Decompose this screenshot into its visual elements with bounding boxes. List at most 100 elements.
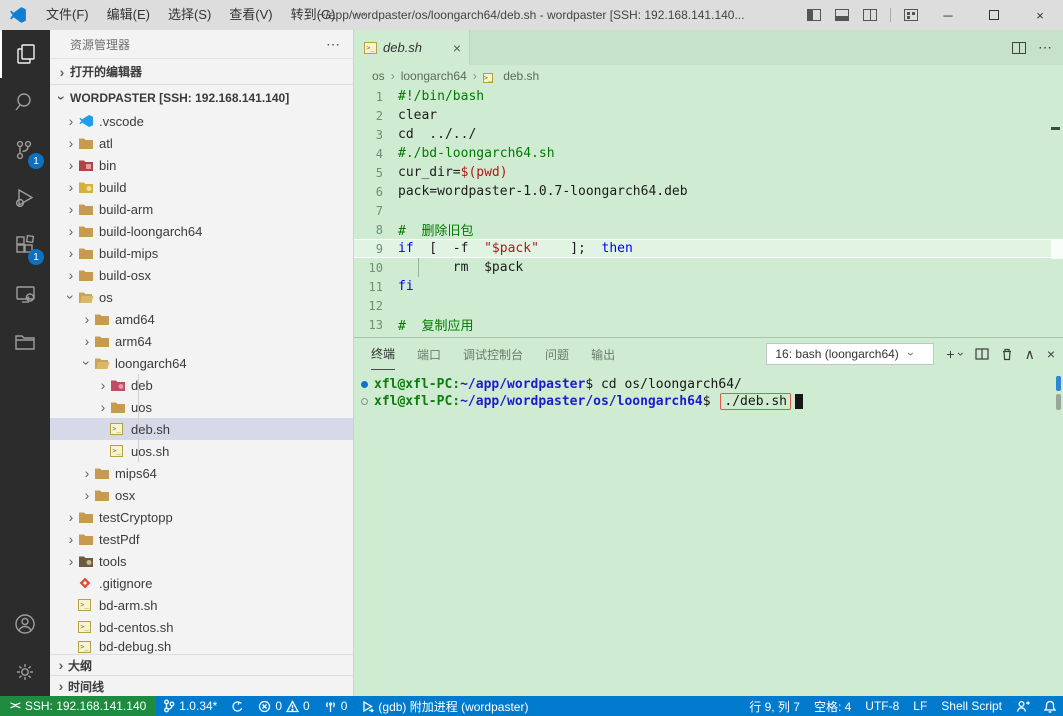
tab-close-icon[interactable]: × [453, 40, 461, 56]
chevron-right-icon[interactable]: › [64, 532, 78, 546]
chevron-right-icon[interactable]: › [80, 334, 94, 348]
new-terminal-dropdown-icon[interactable]: › [954, 352, 968, 356]
chevron-right-icon[interactable]: › [64, 554, 78, 568]
activity-remote-explorer-icon[interactable] [0, 270, 50, 318]
open-editors-section[interactable]: › 打开的编辑器 [50, 58, 353, 84]
chevron-right-icon[interactable]: › [64, 246, 78, 260]
status-feedback[interactable] [1009, 696, 1037, 716]
code-line-9[interactable]: 9if [ -f "$pack" ]; then [354, 239, 1063, 258]
terminal-scrollbar[interactable] [1056, 394, 1061, 410]
code-line-5[interactable]: 5cur_dir=$(pwd) [354, 163, 1063, 182]
tree-item-testPdf[interactable]: ›testPdf [50, 528, 353, 550]
chevron-down-icon[interactable]: › [64, 290, 78, 304]
tree-item-.vscode[interactable]: ›.vscode [50, 110, 353, 132]
sidebar-section-时间线[interactable]: ›时间线 [50, 675, 353, 696]
code-line-13[interactable]: 13# 复制应用 [354, 315, 1063, 334]
chevron-right-icon[interactable]: › [64, 202, 78, 216]
menu-选择(S)[interactable]: 选择(S) [159, 7, 220, 22]
toggle-sidebar-icon[interactable] [807, 9, 821, 21]
activity-run-debug-icon[interactable] [0, 174, 50, 222]
code-line-8[interactable]: 8# 删除旧包 [354, 220, 1063, 239]
chevron-right-icon[interactable]: › [64, 224, 78, 238]
maximize-panel-icon[interactable]: ∧ [1025, 346, 1035, 363]
status-notifications[interactable] [1037, 696, 1063, 716]
chevron-right-icon[interactable]: › [96, 400, 110, 414]
explorer-more-actions-icon[interactable]: ⋯ [326, 36, 341, 53]
chevron-right-icon[interactable]: › [64, 180, 78, 194]
tree-item-build[interactable]: ›build [50, 176, 353, 198]
status-eol[interactable]: LF [906, 696, 934, 716]
panel-tab-输出[interactable]: 输出 [591, 338, 615, 370]
command-decoration-filled[interactable] [361, 381, 374, 388]
tree-item-amd64[interactable]: ›amd64 [50, 308, 353, 330]
tree-item-build-arm[interactable]: ›build-arm [50, 198, 353, 220]
code-line-6[interactable]: 6pack=wordpaster-1.0.7-loongarch64.deb [354, 182, 1063, 201]
status-language-mode[interactable]: Shell Script [934, 696, 1009, 716]
panel-tab-端口[interactable]: 端口 [417, 338, 441, 370]
customize-layout-icon[interactable] [904, 9, 918, 21]
breadcrumb-item-deb.sh[interactable]: deb.sh [503, 69, 539, 83]
sidebar-section-大纲[interactable]: ›大纲 [50, 654, 353, 675]
split-terminal-icon[interactable] [975, 348, 989, 360]
tree-item-bd-debug.sh[interactable]: >_bd-debug.sh [50, 638, 353, 654]
activity-folder-view-icon[interactable] [0, 318, 50, 366]
tree-item-.gitignore[interactable]: .gitignore [50, 572, 353, 594]
tree-item-mips64[interactable]: ›mips64 [50, 462, 353, 484]
chevron-right-icon[interactable]: › [80, 312, 94, 326]
status-git-branch[interactable]: 1.0.34* [156, 696, 224, 716]
terminal[interactable]: xfl@xfl-PC:~/app/wordpaster$ cd os/loong… [354, 370, 1063, 696]
code-line-10[interactable]: 10 rm $pack [354, 258, 1063, 277]
chevron-right-icon[interactable]: › [64, 158, 78, 172]
chevron-right-icon[interactable]: › [64, 114, 78, 128]
menu-查看(V)[interactable]: 查看(V) [220, 7, 281, 22]
panel-tab-问题[interactable]: 问题 [545, 338, 569, 370]
tree-item-osx[interactable]: ›osx [50, 484, 353, 506]
code-line-7[interactable]: 7 [354, 201, 1063, 220]
tree-item-arm64[interactable]: ›arm64 [50, 330, 353, 352]
tree-item-bin[interactable]: ›bin [50, 154, 353, 176]
status-remote-indicator[interactable]: ><SSH: 192.168.141.140 [0, 696, 156, 716]
activity-extensions-icon[interactable]: 1 [0, 222, 50, 270]
tree-item-deb[interactable]: ›deb [50, 374, 353, 396]
chevron-right-icon[interactable]: › [80, 488, 94, 502]
chevron-right-icon[interactable]: › [64, 268, 78, 282]
tree-item-bd-arm.sh[interactable]: >_bd-arm.sh [50, 594, 353, 616]
chevron-down-icon[interactable]: › [80, 356, 94, 370]
status-indentation[interactable]: 空格: 4 [807, 696, 858, 716]
breadcrumb-item-os[interactable]: os [372, 69, 385, 83]
activity-explorer-icon[interactable] [0, 30, 50, 78]
status-sync[interactable] [224, 696, 251, 716]
tree-item-tools[interactable]: ›tools [50, 550, 353, 572]
tree-item-uos.sh[interactable]: >_uos.sh [50, 440, 353, 462]
command-decoration-hollow[interactable] [361, 398, 374, 405]
code-line-3[interactable]: 3cd ../../ [354, 125, 1063, 144]
maximize-button[interactable] [971, 0, 1017, 30]
chevron-right-icon[interactable]: › [64, 510, 78, 524]
status-problems[interactable]: 00 [251, 696, 316, 716]
editor-more-actions-icon[interactable]: ⋯ [1038, 39, 1053, 56]
status-cursor-position[interactable]: 行 9, 列 7 [742, 696, 807, 716]
workspace-root-section[interactable]: › WORDPASTER [SSH: 192.168.141.140] [50, 84, 353, 110]
tree-item-deb.sh[interactable]: >_deb.sh [50, 418, 353, 440]
code-editor[interactable]: 1#!/bin/bash2clear3cd ../../4#./bd-loong… [354, 87, 1063, 337]
breadcrumb-item-loongarch64[interactable]: loongarch64 [401, 69, 467, 83]
close-panel-icon[interactable]: × [1047, 346, 1055, 362]
chevron-right-icon[interactable]: › [64, 136, 78, 150]
toggle-panel-icon[interactable] [835, 9, 849, 21]
status-debug-session[interactable]: (gdb) 附加进程 (wordpaster) [354, 696, 535, 716]
close-button[interactable]: × [1017, 0, 1063, 30]
code-line-4[interactable]: 4#./bd-loongarch64.sh [354, 144, 1063, 163]
code-line-1[interactable]: 1#!/bin/bash [354, 87, 1063, 106]
activity-source-control-icon[interactable]: 1 [0, 126, 50, 174]
panel-tab-终端[interactable]: 终端 [371, 338, 395, 370]
terminal-picker[interactable]: 16: bash (loongarch64) › [766, 343, 934, 365]
activity-settings-icon[interactable] [0, 648, 50, 696]
tree-item-bd-centos.sh[interactable]: >_bd-centos.sh [50, 616, 353, 638]
activity-search-icon[interactable] [0, 78, 50, 126]
status-encoding[interactable]: UTF-8 [858, 696, 906, 716]
code-line-2[interactable]: 2clear [354, 106, 1063, 125]
tree-item-atl[interactable]: ›atl [50, 132, 353, 154]
kill-terminal-icon[interactable] [1001, 348, 1013, 361]
tree-item-build-mips[interactable]: ›build-mips [50, 242, 353, 264]
toggle-secondary-sidebar-icon[interactable] [863, 9, 877, 21]
